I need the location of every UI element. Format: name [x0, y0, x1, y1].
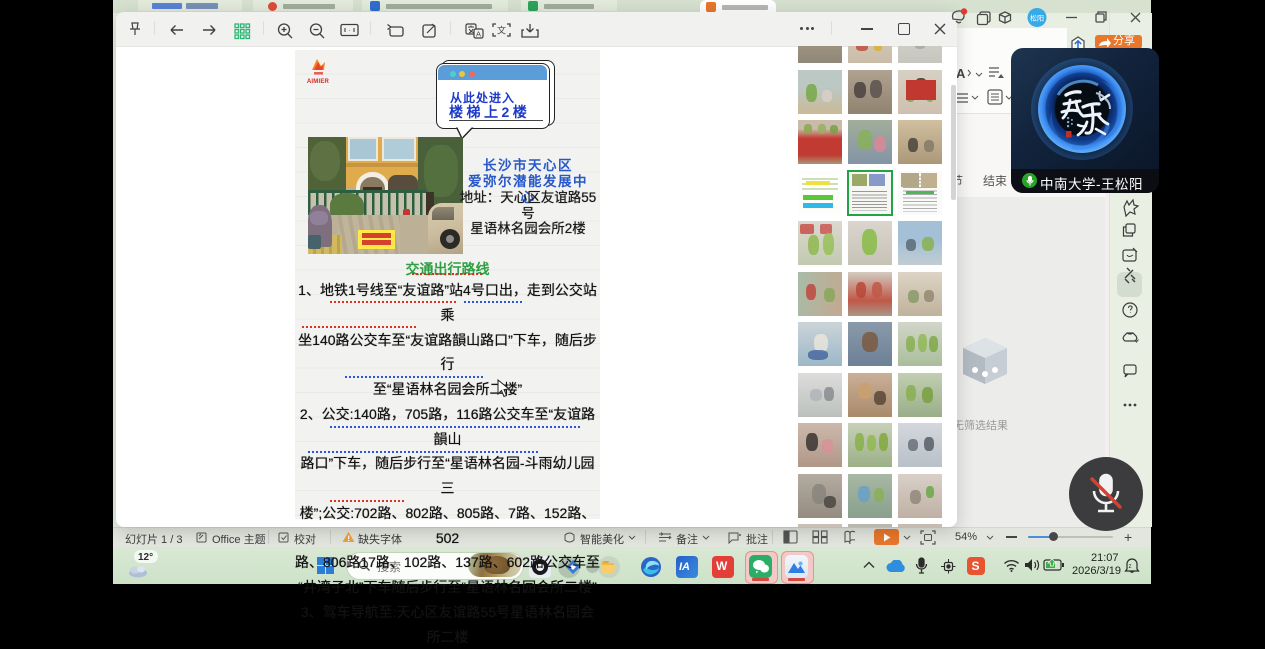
svg-text:A: A: [476, 30, 481, 39]
svg-text:A: A: [956, 66, 966, 81]
svg-text:文: 文: [497, 25, 506, 36]
svg-text:AIMIER: AIMIER: [307, 79, 330, 85]
svg-text:松阳: 松阳: [1030, 14, 1044, 23]
svg-text:z: z: [1129, 564, 1132, 570]
